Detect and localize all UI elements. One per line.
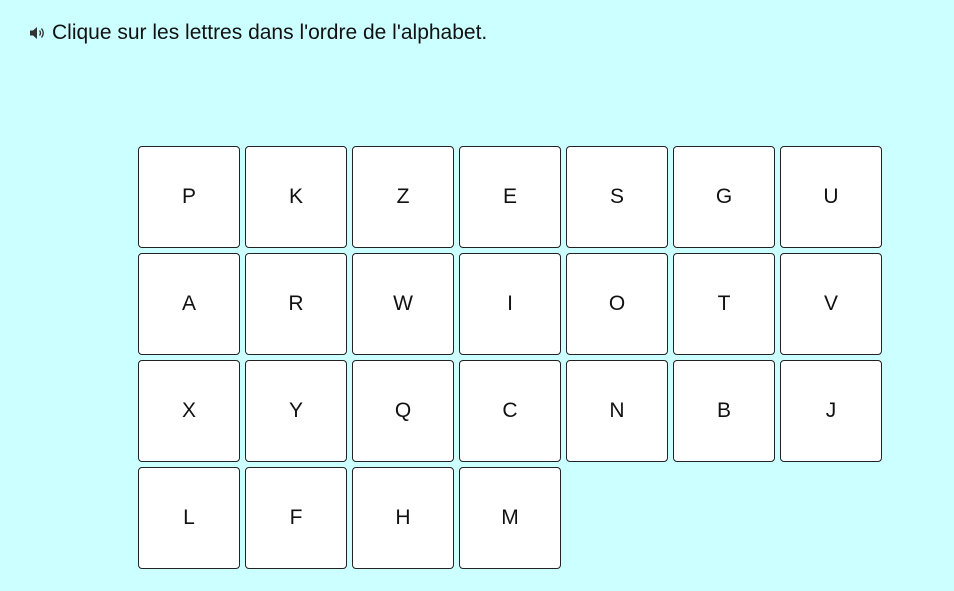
letter-tile[interactable]: U (780, 146, 882, 248)
letter-tile[interactable]: Y (245, 360, 347, 462)
letter-tile[interactable]: Z (352, 146, 454, 248)
speaker-icon[interactable] (29, 25, 47, 41)
letter-tile[interactable]: I (459, 253, 561, 355)
letter-tile[interactable]: A (138, 253, 240, 355)
letter-tile[interactable]: P (138, 146, 240, 248)
letter-tile[interactable]: W (352, 253, 454, 355)
letter-tile[interactable]: K (245, 146, 347, 248)
letter-tile[interactable]: R (245, 253, 347, 355)
letter-tile[interactable]: T (673, 253, 775, 355)
letter-tile[interactable]: H (352, 467, 454, 569)
letter-tile[interactable]: C (459, 360, 561, 462)
letter-tile[interactable]: E (459, 146, 561, 248)
letter-tile[interactable]: L (138, 467, 240, 569)
letter-tile[interactable]: O (566, 253, 668, 355)
letter-tile[interactable]: X (138, 360, 240, 462)
instruction-text: Clique sur les lettres dans l'ordre de l… (52, 21, 488, 44)
instruction: Clique sur les lettres dans l'ordre de l… (29, 20, 487, 46)
letter-tile[interactable]: S (566, 146, 668, 248)
letter-tile[interactable]: N (566, 360, 668, 462)
letter-tile[interactable]: V (780, 253, 882, 355)
page: Clique sur les lettres dans l'ordre de l… (0, 0, 954, 591)
letter-tile[interactable]: J (780, 360, 882, 462)
letter-tile[interactable]: F (245, 467, 347, 569)
letter-tile[interactable]: M (459, 467, 561, 569)
letter-tile[interactable]: G (673, 146, 775, 248)
letter-grid: P K Z E S G U A R W I O T V X Y Q C N B … (138, 146, 882, 569)
letter-tile[interactable]: B (673, 360, 775, 462)
letter-tile[interactable]: Q (352, 360, 454, 462)
